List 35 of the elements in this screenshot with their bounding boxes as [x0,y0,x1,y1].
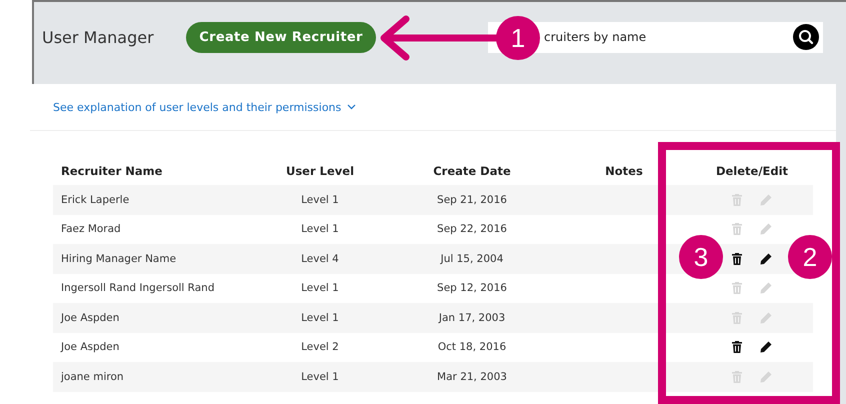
table-cell-text: Level 1 [300,282,340,294]
table-cell-text: Joe Aspden [60,312,120,324]
table-cell-text: Mar 21, 2003 [436,370,508,383]
table-cell-text: Level 1 [300,223,340,236]
create-recruiter-button[interactable]: Create New Recruiter [186,22,376,52]
table-cell-text: joane miron [60,370,125,383]
column-header: Create Date [432,164,512,178]
pencil-icon[interactable] [760,252,772,265]
table-cell-text: Level 1 [300,194,340,206]
column-header: Notes [604,164,644,178]
trash-icon[interactable] [732,341,742,354]
table-cell-text: Oct 18, 2016 [436,341,508,354]
pencil-icon[interactable] [760,341,772,354]
table-cell-text: Faez Morad [60,223,122,236]
table-cell-text: Erick Laperle [60,194,130,206]
permissions-link[interactable]: See explanation of user levels and their permissions [53,100,342,114]
table-cell-text: Sep 21, 2016 [436,194,508,206]
table-cell-text: Sep 12, 2016 [436,282,508,294]
table-cell-text: Level 1 [300,370,340,383]
table-cell-text: Level 1 [300,312,340,324]
page-title: User Manager [42,28,155,46]
column-header: User Level [284,164,356,178]
table-cell-text: Sep 22, 2016 [436,223,508,236]
table-cell-text: Hiring Manager Name [60,252,178,265]
table-cell-text: Level 2 [300,341,340,354]
chevron-down-icon[interactable] [347,104,356,110]
table-cell-text: Level 4 [300,252,340,265]
table-cell-text: Jul 15, 2004 [439,252,504,265]
table-cell-text: Ingersoll Rand Ingersoll Rand [60,282,216,294]
search-icon[interactable] [793,24,819,50]
table-cell-text: Jan 17, 2003 [437,312,506,324]
table-cell-text: Joe Aspden [60,341,120,354]
trash-icon[interactable] [732,252,742,265]
column-header: Delete/Edit [714,164,790,178]
column-header: Recruiter Name [60,164,164,178]
